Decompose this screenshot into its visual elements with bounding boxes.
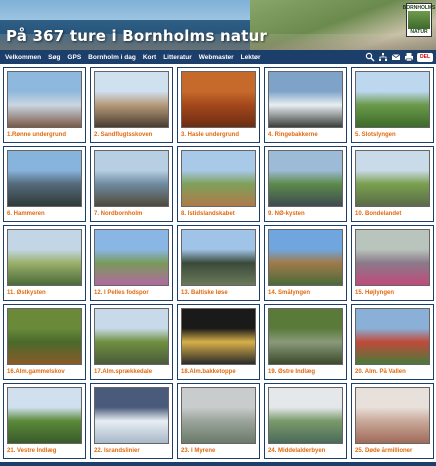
- page-title: På 367 ture i Bornholms natur: [6, 27, 268, 45]
- tour-caption[interactable]: 13. Baltiske løse: [181, 289, 256, 297]
- tour-card[interactable]: 2. Sandflugtsskoven: [90, 67, 173, 143]
- tour-thumbnail[interactable]: [355, 229, 430, 286]
- nav-item-webmaster[interactable]: Webmaster: [199, 54, 234, 61]
- tour-thumbnail[interactable]: [181, 71, 256, 128]
- tour-card[interactable]: 18.Alm.bakketoppe: [177, 304, 260, 380]
- nav-icons: DEL: [362, 52, 433, 62]
- tour-caption[interactable]: 7. Nordbornholm: [94, 210, 169, 218]
- tour-thumbnail[interactable]: [268, 71, 343, 128]
- tour-card[interactable]: 25. Døde årmillioner: [351, 383, 434, 459]
- tour-thumbnail[interactable]: [355, 308, 430, 365]
- tour-card[interactable]: 22. Israndslinier: [90, 383, 173, 459]
- tour-caption[interactable]: 18.Alm.bakketoppe: [181, 368, 256, 376]
- tour-card[interactable]: 14. Smålyngen: [264, 225, 347, 301]
- tour-thumbnail[interactable]: [268, 387, 343, 444]
- tour-caption[interactable]: 5. Slotslyngen: [355, 131, 430, 139]
- tour-card[interactable]: 13. Baltiske løse: [177, 225, 260, 301]
- tour-caption[interactable]: 12. I Pelles fodspor: [94, 289, 169, 297]
- tour-thumbnail[interactable]: [94, 308, 169, 365]
- tour-caption[interactable]: 16.Alm.gammelskov: [7, 368, 82, 376]
- tour-caption[interactable]: 22. Israndslinier: [94, 447, 169, 455]
- search-icon[interactable]: [365, 52, 375, 62]
- tour-caption[interactable]: 8. Istidslandskabet: [181, 210, 256, 218]
- tour-caption[interactable]: 25. Døde årmillioner: [355, 447, 430, 455]
- tour-card[interactable]: 24. Middelalderbyen: [264, 383, 347, 459]
- tour-thumbnail[interactable]: [181, 387, 256, 444]
- tour-card[interactable]: 12. I Pelles fodspor: [90, 225, 173, 301]
- footer-bar: [0, 462, 436, 466]
- nav-item-lektor[interactable]: Lektør: [241, 54, 261, 61]
- tour-card[interactable]: 10. Bondelandet: [351, 146, 434, 222]
- tour-card[interactable]: 20. Alm. På Vallen: [351, 304, 434, 380]
- tour-caption[interactable]: 1.Rønne undergrund: [7, 131, 82, 139]
- tour-thumbnail[interactable]: [181, 150, 256, 207]
- nav-item-velkommen[interactable]: Velkommen: [5, 54, 41, 61]
- tour-thumbnail[interactable]: [355, 71, 430, 128]
- tour-thumbnail[interactable]: [7, 387, 82, 444]
- tour-thumbnail[interactable]: [7, 71, 82, 128]
- logo-text-bottom: NATUR: [410, 29, 428, 35]
- tour-caption[interactable]: 24. Middelalderbyen: [268, 447, 343, 455]
- main-nav: Velkommen Søg GPS Bornholm i dag Kort Li…: [0, 50, 436, 64]
- tour-thumbnail[interactable]: [7, 308, 82, 365]
- tour-thumbnail[interactable]: [268, 150, 343, 207]
- tour-thumbnail[interactable]: [7, 150, 82, 207]
- tour-caption[interactable]: 17.Alm.sprækkedale: [94, 368, 169, 376]
- tour-thumbnail[interactable]: [181, 229, 256, 286]
- tour-caption[interactable]: 21. Vestre Indlæg: [7, 447, 82, 455]
- tour-card[interactable]: 11. Østkysten: [3, 225, 86, 301]
- nav-item-bornholm-i-dag[interactable]: Bornholm i dag: [88, 54, 136, 61]
- nav-item-sog[interactable]: Søg: [48, 54, 60, 61]
- tour-card[interactable]: 23. I Myrene: [177, 383, 260, 459]
- tour-thumbnail[interactable]: [268, 229, 343, 286]
- tour-card[interactable]: 1.Rønne undergrund: [3, 67, 86, 143]
- tour-caption[interactable]: 4. Ringebakkerne: [268, 131, 343, 139]
- tour-card[interactable]: 3. Hasle undergrund: [177, 67, 260, 143]
- tour-card[interactable]: 21. Vestre Indlæg: [3, 383, 86, 459]
- header-banner: På 367 ture i Bornholms natur BORNHOLMS …: [0, 0, 436, 50]
- tour-card[interactable]: 5. Slotslyngen: [351, 67, 434, 143]
- tour-card[interactable]: 15. Højlyngen: [351, 225, 434, 301]
- nav-item-gps[interactable]: GPS: [67, 54, 81, 61]
- book-logo[interactable]: BORNHOLMS NATUR: [403, 3, 435, 37]
- tour-card[interactable]: 17.Alm.sprækkedale: [90, 304, 173, 380]
- tour-thumbnail[interactable]: [355, 387, 430, 444]
- tour-card[interactable]: 6. Hammeren: [3, 146, 86, 222]
- tour-card[interactable]: 16.Alm.gammelskov: [3, 304, 86, 380]
- tour-caption[interactable]: 23. I Myrene: [181, 447, 256, 455]
- tour-caption[interactable]: 11. Østkysten: [7, 289, 82, 297]
- print-icon[interactable]: [404, 52, 414, 62]
- tour-thumbnail[interactable]: [94, 71, 169, 128]
- tour-caption[interactable]: 6. Hammeren: [7, 210, 82, 218]
- tour-grid: 1.Rønne undergrund 2. Sandflugtsskoven 3. …: [3, 67, 434, 459]
- tour-caption[interactable]: 3. Hasle undergrund: [181, 131, 256, 139]
- tour-thumbnail[interactable]: [181, 308, 256, 365]
- tour-caption[interactable]: 10. Bondelandet: [355, 210, 430, 218]
- tour-card[interactable]: 7. Nordbornholm: [90, 146, 173, 222]
- tour-thumbnail[interactable]: [94, 229, 169, 286]
- tour-card[interactable]: 19. Østre Indlæg: [264, 304, 347, 380]
- tour-thumbnail[interactable]: [268, 308, 343, 365]
- tour-caption[interactable]: 9. NØ-kysten: [268, 210, 343, 218]
- tour-caption[interactable]: 15. Højlyngen: [355, 289, 430, 297]
- language-flag-button[interactable]: DEL: [417, 52, 433, 62]
- mail-icon[interactable]: [391, 52, 401, 62]
- nav-item-litteratur[interactable]: Litteratur: [163, 54, 192, 61]
- tour-card[interactable]: 9. NØ-kysten: [264, 146, 347, 222]
- tour-thumbnail[interactable]: [7, 229, 82, 286]
- tour-thumbnail[interactable]: [94, 150, 169, 207]
- tour-caption[interactable]: 2. Sandflugtsskoven: [94, 131, 169, 139]
- nav-item-kort[interactable]: Kort: [143, 54, 156, 61]
- tour-caption[interactable]: 14. Smålyngen: [268, 289, 343, 297]
- tour-thumbnail[interactable]: [94, 387, 169, 444]
- tour-caption[interactable]: 20. Alm. På Vallen: [355, 368, 430, 376]
- tour-card[interactable]: 8. Istidslandskabet: [177, 146, 260, 222]
- sitemap-icon[interactable]: [378, 52, 388, 62]
- tour-caption[interactable]: 19. Østre Indlæg: [268, 368, 343, 376]
- tour-thumbnail[interactable]: [355, 150, 430, 207]
- logo-photo: [408, 11, 430, 29]
- tour-card[interactable]: 4. Ringebakkerne: [264, 67, 347, 143]
